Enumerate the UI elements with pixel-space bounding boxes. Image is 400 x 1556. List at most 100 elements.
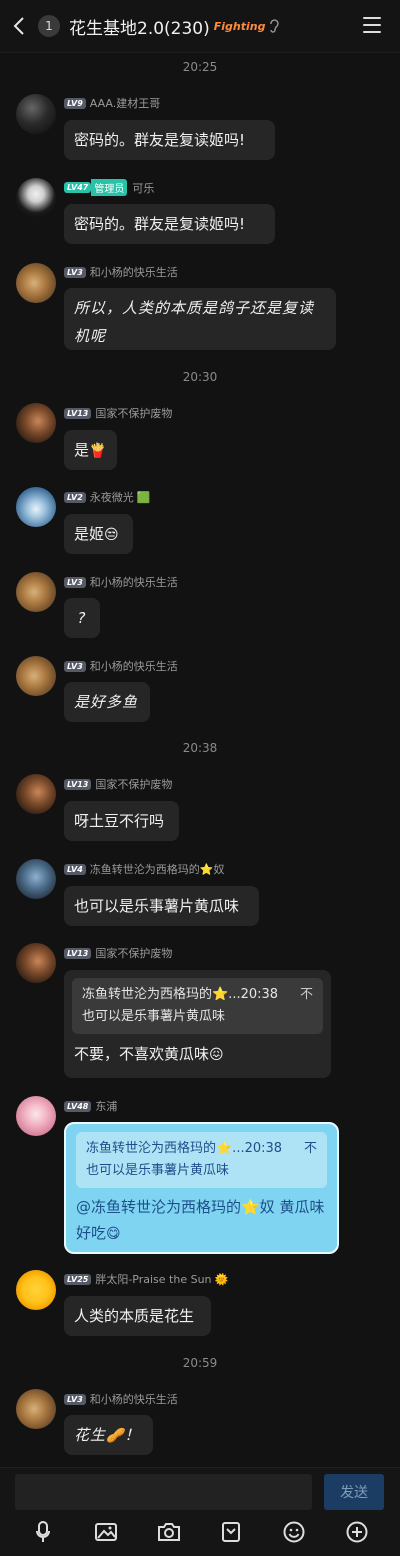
level-badge: LV13 <box>64 407 92 419</box>
sender-name[interactable]: 和小杨的快乐生活 <box>90 1391 178 1407</box>
sun-icon: 🌞 <box>214 1272 229 1286</box>
microphone-icon[interactable] <box>31 1520 55 1544</box>
message-bubble[interactable]: 也可以是乐事薯片黄瓜味 <box>64 886 259 926</box>
message-bubble[interactable]: 密码的。群友是复读姬吗! <box>64 120 275 160</box>
level-badge: LV3 <box>64 576 86 588</box>
avatar[interactable] <box>16 1270 56 1310</box>
message-bubble[interactable]: 人类的本质是花生 <box>64 1296 211 1336</box>
ear-icon[interactable] <box>269 19 280 33</box>
sender-name[interactable]: 国家不保护废物 <box>95 945 172 961</box>
sender-meta: LV3 和小杨的快乐生活 <box>64 264 178 280</box>
sticker-icon[interactable] <box>219 1520 243 1544</box>
avatar[interactable] <box>16 943 56 983</box>
sender-meta: LV4 冻鱼转世沦为西格玛的⭐奴 <box>64 861 224 877</box>
fries-icon: 🍟 <box>89 443 107 459</box>
timestamp: 20:59 <box>182 1356 218 1370</box>
message-input[interactable] <box>15 1474 312 1510</box>
timestamp: 20:30 <box>182 370 218 384</box>
sender-name[interactable]: 和小杨的快乐生活 <box>90 658 178 674</box>
level-badge: LV13 <box>64 778 92 790</box>
avatar[interactable] <box>16 94 56 134</box>
avatar[interactable] <box>16 774 56 814</box>
message-bubble[interactable]: 花生🥜！ <box>64 1415 153 1455</box>
level-badge: LV48 <box>64 1100 92 1112</box>
quote-close: 不 <box>299 987 313 1002</box>
sender-meta: LV13 国家不保护废物 <box>64 776 172 792</box>
back-arrow-icon[interactable] <box>10 17 28 35</box>
unread-count-badge[interactable]: 1 <box>38 15 60 37</box>
camera-icon[interactable] <box>157 1520 181 1544</box>
sender-name[interactable]: 冻鱼转世沦为西格玛的⭐奴 <box>90 861 225 877</box>
avatar[interactable] <box>16 403 56 443</box>
message-text: 是姬 <box>74 525 105 543</box>
sender-meta: LV48 东浦 <box>64 1098 117 1114</box>
chat-header: 1 花生基地2.0(230) Fighting <box>0 0 400 53</box>
sender-name[interactable]: 国家不保护废物 <box>95 776 172 792</box>
message-text: 密码的。群友是复读姬吗! <box>74 215 246 233</box>
sender-meta: LV3 和小杨的快乐生活 <box>64 658 178 674</box>
composer: 发送 <box>0 1467 400 1556</box>
message-text: 是 <box>74 441 90 459</box>
sender-name[interactable]: 和小杨的快乐生活 <box>90 264 178 280</box>
quote-body: 也可以是乐事薯片黄瓜味 <box>82 1009 226 1024</box>
admin-badge: 管理员 <box>91 179 128 196</box>
message-text: 所以，人类的本质是鸽子还是复读机呢 <box>74 299 315 345</box>
avatar[interactable] <box>16 572 56 612</box>
sender-meta: LV13 国家不保护废物 <box>64 405 172 421</box>
sender-name[interactable]: 国家不保护废物 <box>95 405 172 421</box>
sender-name[interactable]: 可乐 <box>132 180 154 196</box>
quoted-message[interactable]: 冻鱼转世沦为西格玛的⭐...20:38 不 也可以是乐事薯片黄瓜味 <box>76 1132 327 1188</box>
sender-name[interactable]: 胖太阳-Praise the Sun <box>95 1271 211 1287</box>
sender-name[interactable]: 永夜微光 <box>90 489 134 505</box>
group-title-decoration: Fighting <box>213 19 266 33</box>
avatar[interactable] <box>16 487 56 527</box>
avatar[interactable] <box>16 263 56 303</box>
sender-name[interactable]: AAA.建材王哥 <box>90 95 161 111</box>
level-badge: LV47 <box>64 182 92 193</box>
avatar[interactable] <box>16 656 56 696</box>
sender-name[interactable]: 东浦 <box>95 1098 117 1114</box>
message-bubble[interactable]: 密码的。群友是复读姬吗! <box>64 204 275 244</box>
sender-meta: LV25 胖太阳-Praise the Sun 🌞 <box>64 1271 228 1287</box>
level-badge: LV3 <box>64 660 86 672</box>
message-bubble[interactable]: 是🍟 <box>64 430 117 470</box>
message-bubble-highlighted[interactable]: 冻鱼转世沦为西格玛的⭐...20:38 不 也可以是乐事薯片黄瓜味 @冻鱼转世沦… <box>64 1122 339 1254</box>
message-text: 花生 <box>74 1426 107 1444</box>
level-badge: LV13 <box>64 947 92 959</box>
avatar[interactable] <box>16 178 56 218</box>
green-square-icon: 🟩 <box>136 490 151 504</box>
message-bubble[interactable]: 是好多鱼 <box>64 682 150 722</box>
sender-meta: LV2 永夜微光 🟩 <box>64 489 150 505</box>
timestamp: 20:25 <box>182 60 218 74</box>
avatar[interactable] <box>16 1096 56 1136</box>
peanut-icon: 🥜 <box>106 1428 125 1444</box>
message-text: 人类的本质是花生 <box>74 1307 195 1325</box>
message-bubble[interactable]: 冻鱼转世沦为西格玛的⭐...20:38 不 也可以是乐事薯片黄瓜味 不要，不喜欢… <box>64 970 331 1078</box>
level-badge: LV9 <box>64 97 86 109</box>
menu-icon[interactable] <box>363 17 381 38</box>
message-text: 密码的。群友是复读姬吗! <box>74 131 246 149</box>
message-bubble[interactable]: ? <box>64 598 100 638</box>
level-badge: LV2 <box>64 491 86 503</box>
message-bubble[interactable]: 所以，人类的本质是鸽子还是复读机呢 <box>64 288 336 350</box>
avatar[interactable] <box>16 859 56 899</box>
emoji-icon[interactable] <box>282 1520 306 1544</box>
message-text: 呀土豆不行吗 <box>74 812 165 830</box>
message-text: 也可以是乐事薯片黄瓜味 <box>74 897 240 915</box>
yum-face-icon: 😋 <box>106 1226 121 1242</box>
message-text-suffix: ！ <box>124 1426 141 1444</box>
sender-meta: LV47 管理员 可乐 <box>64 179 154 196</box>
level-badge: LV4 <box>64 863 86 875</box>
message-text: 不要，不喜欢黄瓜味 <box>74 1045 210 1063</box>
sender-meta: LV13 国家不保护废物 <box>64 945 172 961</box>
message-bubble[interactable]: 呀土豆不行吗 <box>64 801 179 841</box>
avatar[interactable] <box>16 1389 56 1429</box>
quote-header: 冻鱼转世沦为西格玛的⭐...20:38 <box>86 1141 283 1156</box>
message-bubble[interactable]: 是姬😒 <box>64 514 133 554</box>
image-icon[interactable] <box>94 1520 118 1544</box>
quoted-message[interactable]: 冻鱼转世沦为西格玛的⭐...20:38 不 也可以是乐事薯片黄瓜味 <box>72 978 323 1034</box>
composer-toolbar <box>0 1520 400 1544</box>
plus-icon[interactable] <box>345 1520 369 1544</box>
send-button[interactable]: 发送 <box>324 1474 384 1510</box>
sender-name[interactable]: 和小杨的快乐生活 <box>90 574 178 590</box>
